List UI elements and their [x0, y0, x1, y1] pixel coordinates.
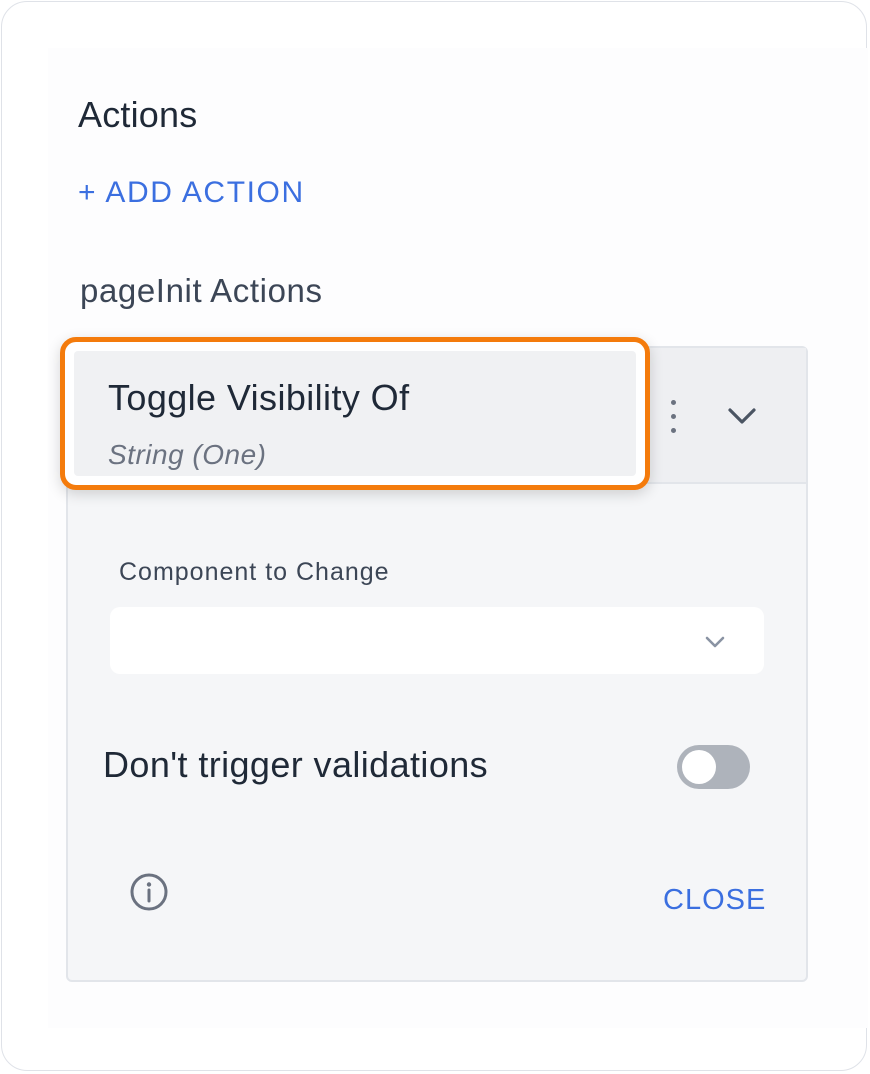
more-options-icon[interactable]: [662, 398, 686, 436]
pageinit-actions-title: pageInit Actions: [80, 272, 323, 309]
dont-trigger-validations-label: Don't trigger validations: [103, 744, 489, 785]
component-to-change-label: Component to Change: [119, 558, 390, 586]
action-subtitle: String (One): [108, 439, 267, 470]
dont-trigger-validations-toggle[interactable]: [677, 745, 750, 789]
select-chevron-down-icon: [702, 629, 728, 655]
close-button[interactable]: CLOSE: [663, 884, 766, 917]
actions-title: Actions: [78, 94, 198, 135]
chevron-down-icon[interactable]: [722, 396, 762, 436]
component-to-change-select[interactable]: [110, 607, 764, 674]
action-title: Toggle Visibility Of: [108, 377, 410, 418]
add-action-button[interactable]: + ADD ACTION: [78, 176, 305, 210]
toggle-knob: [682, 750, 716, 784]
action-item-body: Toggle Visibility Of String (One): [74, 351, 636, 476]
highlighted-action-item[interactable]: Toggle Visibility Of String (One): [60, 337, 650, 490]
info-icon[interactable]: [128, 871, 170, 913]
